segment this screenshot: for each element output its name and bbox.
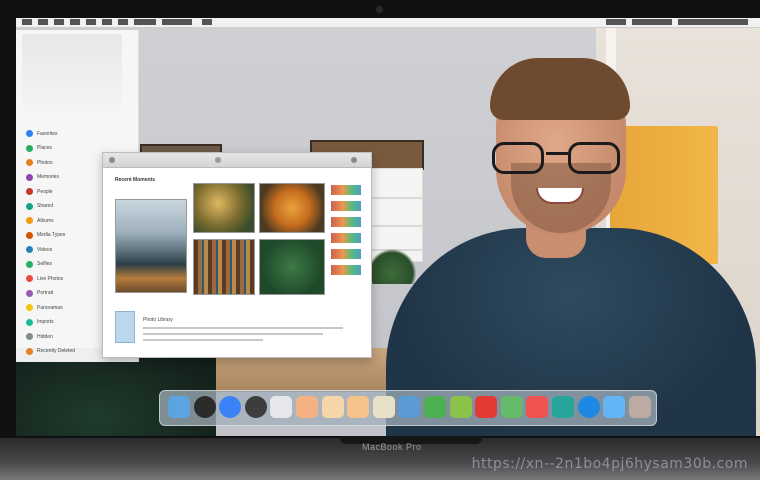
smiling-person: [386, 58, 760, 436]
watermark-url: https://xn--2n1bo4pj6hysam30b.com: [471, 456, 748, 472]
zoom-button[interactable]: [351, 157, 357, 163]
mail-icon[interactable]: [577, 396, 600, 418]
sidebar-item-label: Hidden: [37, 333, 53, 340]
facetime-icon[interactable]: [500, 396, 523, 418]
menu-item[interactable]: [162, 19, 192, 25]
menu-item[interactable]: [202, 19, 212, 25]
launchpad-icon[interactable]: [193, 396, 216, 418]
sidebar-item-icon: [26, 289, 33, 297]
sidebar-item-label: Places: [37, 145, 53, 151]
finder-icon[interactable]: [168, 396, 190, 418]
camera-icon[interactable]: [244, 396, 267, 418]
sidebar-item-label: Live Photos: [37, 275, 64, 282]
music-icon[interactable]: [475, 396, 498, 418]
window-control[interactable]: [215, 157, 221, 163]
sidebar-item-icon: [26, 159, 33, 166]
messages-icon[interactable]: [424, 396, 446, 418]
strip-item[interactable]: [331, 185, 361, 195]
calendar-icon[interactable]: [347, 396, 370, 418]
menu-item[interactable]: [86, 19, 96, 25]
sidebar-item-icon: [26, 275, 33, 282]
reminders-icon[interactable]: [321, 396, 344, 418]
sidebar-item-label: Favorites: [37, 130, 58, 137]
laptop-screen: Favorites Places Photos Memories People Share…: [16, 18, 760, 436]
sidebar-item-icon: [26, 130, 33, 137]
menu-item[interactable]: [70, 19, 80, 25]
text-line: [143, 339, 263, 341]
status-icon[interactable]: [606, 19, 626, 25]
sidebar-item-icon: [26, 202, 33, 210]
menu-bar: [16, 18, 760, 28]
photo-thumbnail[interactable]: [115, 199, 187, 293]
sidebar-item-icon: [26, 188, 33, 195]
photo-thumbnail[interactable]: [259, 239, 325, 295]
strip-item[interactable]: [331, 217, 361, 227]
sidebar-item-icon: [26, 173, 33, 181]
menu-item[interactable]: [118, 19, 128, 25]
thumbnail-strip: [331, 185, 361, 281]
trash-icon[interactable]: [628, 396, 651, 418]
menu-item[interactable]: [54, 19, 64, 25]
close-button[interactable]: [109, 157, 115, 163]
sidebar-item-label: Selfies: [37, 261, 53, 267]
clock[interactable]: [678, 19, 748, 25]
strip-item[interactable]: [331, 233, 361, 243]
folder-icon[interactable]: [603, 396, 626, 418]
sidebar-item-label: Recently Deleted: [37, 348, 76, 354]
menu-item[interactable]: [102, 19, 112, 25]
sidebar-item-label: Imports: [37, 319, 54, 325]
sidebar-item-icon: [26, 231, 33, 239]
text-line: [143, 333, 323, 335]
news-icon[interactable]: [526, 396, 549, 418]
sidebar-item-label: Shared: [37, 203, 54, 209]
sidebar-item-label: Portrait: [37, 290, 54, 296]
strip-item[interactable]: [331, 249, 361, 259]
sidebar-item-label: Photos: [37, 159, 53, 166]
books-icon[interactable]: [372, 396, 395, 418]
photos-icon[interactable]: [270, 396, 293, 418]
sidebar-item-icon: [26, 217, 33, 224]
sidebar-item-label: Panoramas: [37, 304, 63, 311]
window-titlebar[interactable]: [103, 153, 371, 168]
section-title: Recent Moments: [115, 177, 156, 183]
sidebar-item-icon: [26, 318, 33, 326]
strip-item[interactable]: [331, 265, 361, 275]
hair: [490, 58, 630, 120]
device-label: MacBook Pro: [362, 442, 422, 452]
notes-icon[interactable]: [296, 396, 318, 418]
photo-thumbnail[interactable]: [259, 183, 325, 233]
sidebar-item-label: Memories: [37, 174, 59, 180]
caption-text: Photo Library: [143, 317, 173, 323]
status-icon[interactable]: [632, 19, 672, 25]
glasses: [492, 142, 622, 176]
dock: [159, 390, 657, 426]
apple-menu-icon[interactable]: [22, 19, 32, 25]
sidebar-item[interactable]: Favorites: [26, 128, 126, 139]
strip-item[interactable]: [331, 201, 361, 211]
sidebar-item-icon: [26, 260, 33, 268]
safari-icon[interactable]: [219, 396, 242, 418]
sidebar-item-label: Albums: [37, 217, 54, 224]
sidebar-item-label: People: [37, 188, 53, 195]
menu-item[interactable]: [134, 19, 156, 25]
sidebar-item-icon: [26, 304, 33, 311]
sidebar-item-icon: [26, 347, 33, 355]
sidebar-item-icon: [26, 333, 33, 340]
text-line: [143, 327, 343, 329]
sidebar-item-icon: [26, 246, 33, 253]
menu-item[interactable]: [38, 19, 48, 25]
sidebar-item-icon: [26, 144, 33, 152]
app-store-icon[interactable]: [398, 396, 421, 418]
sidebar-item-label: Media Types: [37, 232, 66, 238]
photos-window[interactable]: Recent Moments Photo Library: [102, 152, 372, 358]
settings-icon[interactable]: [552, 396, 574, 418]
document-icon[interactable]: [115, 311, 135, 343]
sidebar-item-label: Videos: [37, 246, 53, 253]
photo-thumbnail[interactable]: [193, 239, 255, 295]
maps-icon[interactable]: [449, 396, 472, 418]
photo-thumbnail[interactable]: [193, 183, 255, 233]
webcam: [376, 6, 383, 13]
sidebar-header: [22, 34, 122, 114]
